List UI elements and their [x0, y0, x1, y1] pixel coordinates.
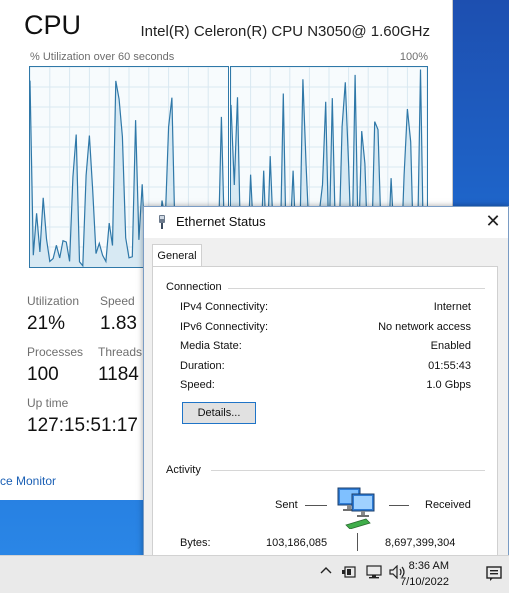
cpu-model-name: Intel(R) Celeron(R) CPU N3050@ 1.60GHz [140, 23, 431, 40]
uptime-value: 127:15:51:17 [27, 415, 138, 436]
duration-label: Duration: [180, 360, 225, 372]
dialog-title: Ethernet Status [176, 214, 266, 229]
bytes-sent-value: 103,186,085 [266, 537, 328, 549]
threads-value: 1184 [98, 364, 139, 385]
processes-value: 100 [27, 364, 59, 385]
open-resource-monitor-link[interactable]: ce Monitor [0, 474, 56, 488]
network-icon[interactable] [366, 565, 382, 582]
ethernet-plug-icon [156, 214, 168, 235]
close-icon[interactable]: ✕ [478, 207, 508, 238]
graph-max-label: 100% [399, 51, 428, 63]
speed-label: Speed [100, 294, 135, 308]
bytes-separator [357, 533, 358, 551]
threads-label: Threads [98, 345, 143, 359]
sent-label: Sent [275, 499, 298, 511]
ethernet-status-dialog: Ethernet Status ✕ General Connection IPv… [143, 206, 509, 560]
speed-label: Speed: [180, 379, 215, 391]
activity-divider [211, 470, 485, 471]
ipv6-value: No network access [378, 321, 471, 333]
bytes-label: Bytes: [180, 537, 211, 549]
speed-value: 1.83 [100, 313, 137, 334]
duration-value: 01:55:43 [428, 360, 471, 372]
processes-label: Processes [27, 345, 84, 359]
dialog-titlebar[interactable]: Ethernet Status ✕ [144, 207, 508, 238]
activity-group-label: Activity [166, 464, 207, 476]
tab-general[interactable]: General [152, 244, 202, 267]
received-label: Received [425, 499, 471, 511]
bytes-received-value: 8,697,399,304 [385, 537, 456, 549]
chevron-up-icon[interactable] [320, 565, 332, 580]
ipv6-label: IPv6 Connectivity: [180, 321, 269, 333]
utilization-label: Utilization [27, 294, 80, 308]
notifications-icon[interactable] [486, 566, 502, 585]
cpu-title: CPU [24, 10, 82, 40]
ipv4-label: IPv4 Connectivity: [180, 301, 269, 313]
network-computers-icon [336, 485, 378, 534]
general-tab-panel: Connection IPv4 Connectivity: Internet I… [152, 266, 498, 560]
ipv4-value: Internet [433, 301, 471, 313]
media-state-value: Enabled [430, 340, 471, 352]
connection-group-label: Connection [166, 281, 228, 293]
connection-divider [223, 288, 485, 289]
sent-line [305, 505, 327, 506]
received-line [389, 505, 409, 506]
utilization-value: 21% [27, 313, 66, 334]
taskbar: 8:36 AM 7/10/2022 [0, 555, 509, 593]
uptime-label: Up time [27, 396, 69, 410]
media-state-label: Media State: [180, 340, 242, 352]
speed-value: 1.0 Gbps [426, 379, 471, 391]
details-button[interactable]: Details... [182, 402, 256, 424]
clock-time[interactable]: 8:36 AM [409, 560, 449, 572]
graph-caption: % Utilization over 60 seconds [30, 51, 175, 63]
clock-date[interactable]: 7/10/2022 [400, 576, 449, 588]
battery-icon[interactable] [341, 565, 357, 582]
